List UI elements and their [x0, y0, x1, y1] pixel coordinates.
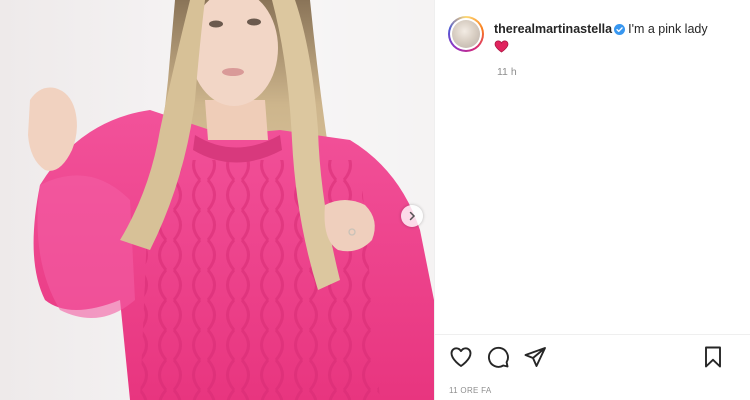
caption: therealmartinastella I'm a pink lady: [494, 21, 708, 53]
caption-row: therealmartinastella I'm a pink lady: [448, 16, 738, 53]
caption-time[interactable]: 11 h: [497, 66, 517, 78]
save-button[interactable]: [701, 345, 727, 371]
bookmark-icon: [705, 346, 721, 368]
carousel-next-button[interactable]: [401, 205, 423, 227]
post-photo[interactable]: [0, 0, 434, 400]
chevron-right-icon: [409, 211, 416, 221]
share-button[interactable]: [523, 345, 549, 371]
story-ring[interactable]: [448, 16, 484, 52]
paper-plane-icon: [524, 347, 546, 367]
verified-badge-icon: [614, 24, 626, 35]
caption-text: I'm a pink lady: [628, 22, 708, 36]
photo-woman-pink-sweater: [0, 0, 434, 400]
divider: [435, 334, 750, 335]
comment-bubble-icon: [487, 346, 509, 368]
red-heart-emoji-icon: [494, 40, 509, 53]
like-button[interactable]: [449, 345, 475, 371]
comment-button[interactable]: [486, 345, 512, 371]
instagram-post: therealmartinastella I'm a pink lady 11 …: [0, 0, 750, 400]
action-bar: [449, 345, 739, 373]
post-date[interactable]: 11 ORE FA: [449, 386, 492, 395]
username-link[interactable]: therealmartinastella: [494, 22, 612, 36]
heart-outline-icon: [450, 347, 472, 367]
avatar: [452, 20, 480, 48]
post-side-panel: therealmartinastella I'm a pink lady 11 …: [434, 0, 750, 400]
